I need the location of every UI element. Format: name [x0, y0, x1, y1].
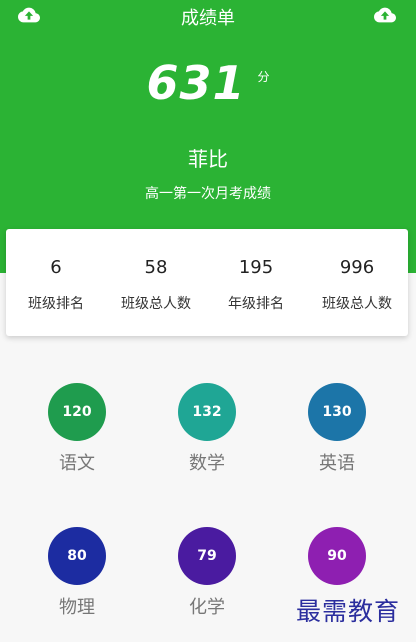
subject-math[interactable]: 132 数学: [157, 383, 257, 475]
stat-value: 195: [238, 257, 274, 278]
stat-value: 996: [339, 257, 375, 278]
student-name: 菲比: [188, 147, 228, 171]
cloud-upload-icon[interactable]: [374, 6, 396, 24]
page-title: 成绩单: [181, 8, 235, 29]
score-circle[interactable]: 79: [178, 527, 236, 585]
score-circle[interactable]: 132: [178, 383, 236, 441]
score-circle[interactable]: 120: [48, 383, 106, 441]
subject-physics[interactable]: 80 物理: [27, 527, 127, 619]
watermark: 最需教育: [296, 597, 401, 626]
subject-name: 物理: [59, 597, 95, 618]
subject-english[interactable]: 130 英语: [287, 383, 387, 475]
stat-value: 6: [50, 257, 62, 278]
subject-name: 语文: [59, 453, 95, 474]
score-circle[interactable]: 130: [308, 383, 366, 441]
stat-value: 58: [144, 257, 168, 278]
score-unit: 分: [257, 70, 270, 84]
rank-card: 6 班级排名 58 班级总人数 195 年级排名 996 班级总人数: [6, 229, 408, 336]
subject-chemistry[interactable]: 79 化学: [157, 527, 257, 619]
score-circle[interactable]: 80: [48, 527, 106, 585]
stat-label: 班级总人数: [322, 296, 392, 312]
stat-label: 班级排名: [28, 296, 84, 312]
subject-chinese[interactable]: 120 语文: [27, 383, 127, 475]
score-circle[interactable]: 90: [308, 527, 366, 585]
subject-name: 英语: [319, 453, 355, 474]
stat-label: 年级排名: [228, 296, 284, 312]
subject-name: 数学: [189, 453, 225, 474]
exam-name: 高一第一次月考成绩: [145, 186, 271, 202]
subject-6[interactable]: 90: [287, 527, 387, 593]
score-value: 631: [146, 56, 246, 110]
total-score: 631 分: [0, 56, 416, 110]
stat-label: 班级总人数: [121, 296, 191, 312]
subject-name: 化学: [189, 597, 225, 618]
